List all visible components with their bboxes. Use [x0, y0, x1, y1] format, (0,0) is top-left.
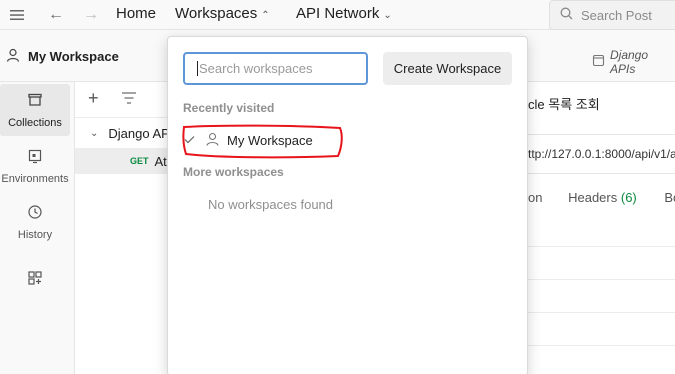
menu-icon[interactable] — [6, 4, 28, 26]
headers-count-badge: (6) — [620, 190, 637, 205]
table-divider — [518, 312, 675, 313]
chevron-up-icon: ⌃ — [261, 10, 270, 21]
sidebar-item-add-widget[interactable] — [0, 256, 70, 308]
workspace-search-placeholder: Search workspaces — [199, 61, 313, 76]
collections-toolbar: + — [75, 82, 170, 118]
workspaces-dropdown: Search workspaces Create Workspace Recen… — [167, 36, 528, 374]
red-annotation-circle — [182, 124, 343, 159]
request-method: GET — [130, 156, 149, 166]
sidebar-item-label: Collections — [8, 116, 62, 129]
request-title[interactable]: cle 목록 조회 — [528, 94, 600, 113]
collection-label: Django AP — [108, 125, 170, 141]
home-link[interactable]: Home — [116, 5, 156, 22]
table-divider — [518, 345, 675, 346]
more-workspaces-heading: More workspaces — [183, 165, 284, 179]
table-divider — [518, 279, 675, 280]
top-bar: ← → Home Workspaces ⌃ API Network ⌄ Search… — [0, 0, 675, 30]
tab-partial[interactable]: on — [528, 190, 542, 205]
sidebar-item-environments[interactable]: Environments — [0, 140, 70, 192]
filter-icon[interactable] — [121, 91, 137, 108]
workspace-title[interactable]: My Workspace — [6, 48, 119, 65]
chevron-down-icon: ⌄ — [383, 10, 392, 21]
request-tabs: on Headers (6) Bo — [528, 190, 675, 205]
plus-icon[interactable]: + — [88, 88, 99, 109]
collection-icon — [592, 54, 605, 70]
sidebar-item-collections[interactable]: Collections — [0, 84, 70, 136]
workspaces-label: Workspaces — [175, 5, 258, 22]
api-network-menu[interactable]: API Network ⌄ — [296, 5, 392, 22]
search-placeholder: Search Post — [581, 7, 652, 23]
sidebar-item-history[interactable]: History — [0, 196, 70, 248]
api-network-label: API Network — [296, 5, 380, 22]
open-tab[interactable]: Django APIs — [592, 48, 675, 76]
workspace-search-input[interactable]: Search workspaces — [183, 52, 368, 85]
sidebar-item-label: History — [17, 228, 53, 241]
tab-headers[interactable]: Headers (6) — [568, 190, 640, 205]
create-workspace-button[interactable]: Create Workspace — [383, 52, 512, 85]
environments-icon — [27, 148, 43, 169]
tab-body-partial[interactable]: Bo — [664, 190, 675, 205]
collection-item[interactable]: ⌄ Django AP — [75, 120, 170, 146]
sidebar-item-label: Environments — [1, 172, 69, 185]
open-tab-label: Django APIs — [610, 48, 649, 76]
request-item[interactable]: GET Ati — [75, 148, 170, 174]
recently-visited-heading: Recently visited — [183, 101, 275, 115]
back-arrow-icon[interactable]: ← — [45, 4, 67, 26]
collections-icon — [27, 92, 43, 113]
url-input[interactable]: ttp://127.0.0.1:8000/api/v1/a — [518, 134, 675, 174]
workspace-title-label: My Workspace — [28, 49, 119, 64]
tab-headers-label: Headers — [568, 190, 618, 205]
chevron-down-icon: ⌄ — [90, 127, 99, 139]
sidebar: Collections Environments History — [0, 82, 75, 374]
empty-state-message: No workspaces found — [208, 197, 334, 212]
url-value: ttp://127.0.0.1:8000/api/v1/a — [528, 147, 675, 161]
history-icon — [27, 204, 43, 225]
user-icon — [6, 48, 20, 65]
text-caret — [197, 61, 198, 76]
table-divider — [518, 246, 675, 247]
add-widget-icon — [27, 270, 43, 291]
workspaces-menu[interactable]: Workspaces ⌃ — [175, 5, 270, 22]
collections-panel: + ⌄ Django AP GET Ati — [75, 82, 170, 374]
request-editor: cle 목록 조회 ttp://127.0.0.1:8000/api/v1/a … — [518, 82, 675, 374]
global-search-input[interactable]: Search Post — [549, 0, 675, 30]
search-icon — [560, 7, 573, 23]
forward-arrow-icon[interactable]: → — [80, 4, 102, 26]
